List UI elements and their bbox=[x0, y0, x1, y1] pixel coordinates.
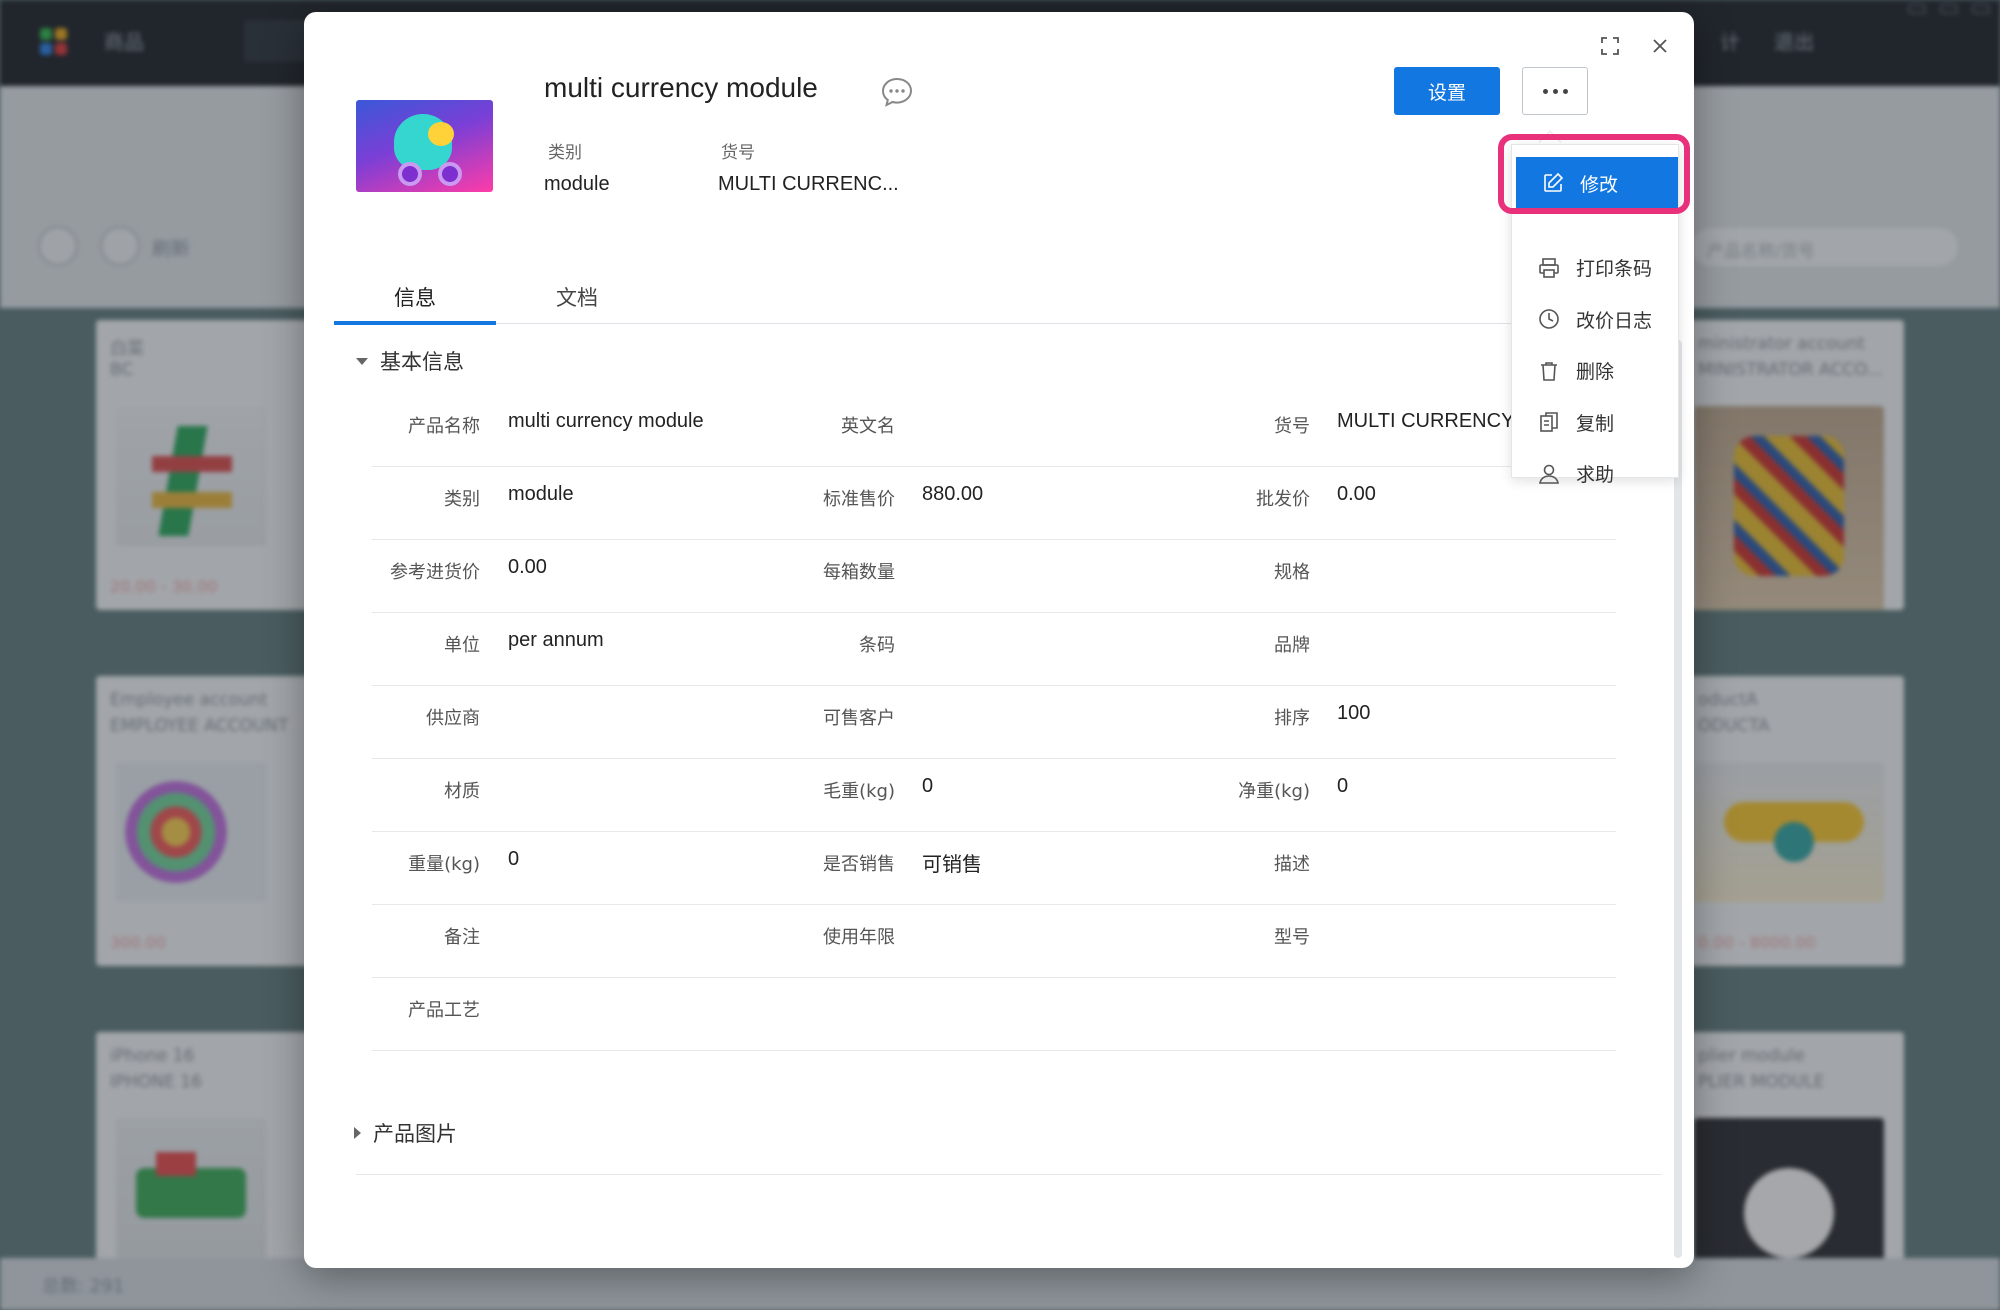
clock-icon bbox=[1538, 308, 1560, 330]
info-row: 单位 per annum 条码 品牌 bbox=[372, 613, 1616, 686]
menu-item-label: 求助 bbox=[1576, 464, 1615, 486]
info-row: 重量(kg) 0 是否销售 可销售 描述 bbox=[372, 832, 1616, 905]
highlight-box bbox=[1498, 134, 1690, 214]
modal-tools bbox=[1596, 32, 1674, 60]
info-row: 参考进货价 0.00 每箱数量 规格 bbox=[372, 540, 1616, 613]
product-images-title: 产品图片 bbox=[373, 1122, 457, 1146]
info-row: 类别 module 标准售价 880.00 批发价 0.00 bbox=[372, 467, 1616, 540]
product-detail-modal: multi currency module 类别 module 货号 MULTI… bbox=[304, 12, 1694, 1268]
field-label: 型号 bbox=[1274, 927, 1310, 948]
field-label: 可售客户 bbox=[823, 708, 895, 729]
tab-documents[interactable]: 文档 bbox=[496, 282, 658, 312]
category-label: 类别 bbox=[548, 143, 582, 163]
settings-button[interactable]: 设置 bbox=[1394, 67, 1500, 115]
detail-tabs: 信息 文档 bbox=[334, 268, 1664, 325]
menu-item-label: 删除 bbox=[1576, 361, 1615, 383]
field-value: 100 bbox=[1337, 702, 1371, 724]
field-label: 毛重(kg) bbox=[823, 781, 895, 802]
field-value: 0 bbox=[922, 775, 934, 797]
field-value: 0.00 bbox=[508, 556, 547, 578]
field-label: 产品名称 bbox=[408, 416, 480, 437]
menu-item[interactable]: 求助 bbox=[1512, 448, 1680, 500]
sku-value: MULTI CURRENC... bbox=[718, 173, 899, 195]
trash-icon bbox=[1538, 360, 1560, 382]
menu-item-label: 打印条码 bbox=[1576, 258, 1653, 280]
category-value: module bbox=[544, 173, 610, 195]
tab-info[interactable]: 信息 bbox=[334, 282, 496, 312]
field-label: 品牌 bbox=[1274, 635, 1310, 656]
menu-item-label: 改价日志 bbox=[1576, 309, 1653, 332]
menu-item[interactable]: 删除 bbox=[1512, 345, 1680, 397]
copy-icon bbox=[1538, 411, 1560, 433]
field-label: 英文名 bbox=[841, 416, 895, 437]
field-value: 可销售 bbox=[922, 854, 982, 876]
close-icon[interactable] bbox=[1646, 32, 1674, 60]
field-value: per annum bbox=[508, 629, 604, 651]
product-thumbnail[interactable] bbox=[356, 100, 493, 192]
info-row: 产品名称 multi currency module 英文名 货号 MULTI CURR… bbox=[372, 394, 1616, 467]
field-label: 重量(kg) bbox=[408, 854, 480, 875]
divider bbox=[356, 1174, 1662, 1175]
field-label: 排序 bbox=[1274, 708, 1310, 729]
menu-item-label: 复制 bbox=[1576, 412, 1615, 435]
field-label: 标准售价 bbox=[823, 489, 895, 510]
menu-item[interactable]: 复制 bbox=[1512, 396, 1680, 448]
field-label: 规格 bbox=[1274, 562, 1310, 583]
basic-info-section-header[interactable]: 基本信息 bbox=[356, 346, 464, 376]
field-value: 0.00 bbox=[1337, 483, 1376, 505]
field-value: module bbox=[508, 483, 574, 505]
active-tab-indicator bbox=[334, 321, 496, 325]
more-actions-button[interactable] bbox=[1522, 67, 1588, 115]
field-value: 0 bbox=[508, 848, 520, 870]
field-value: 0 bbox=[1337, 775, 1349, 797]
field-label: 参考进货价 bbox=[390, 562, 480, 583]
product-images-section-header[interactable]: 产品图片 bbox=[354, 1118, 457, 1148]
field-value: 880.00 bbox=[922, 483, 984, 505]
field-label: 条码 bbox=[859, 635, 895, 656]
field-label: 类别 bbox=[444, 489, 480, 510]
fullscreen-icon[interactable] bbox=[1596, 32, 1624, 60]
field-label: 供应商 bbox=[426, 708, 480, 729]
field-label: 描述 bbox=[1274, 854, 1310, 875]
expand-caret-icon bbox=[354, 1127, 361, 1139]
sku-label: 货号 bbox=[721, 143, 755, 163]
field-value: MULTI CURRENCY M bbox=[1337, 410, 1537, 432]
menu-item[interactable]: 改价日志 bbox=[1512, 293, 1680, 345]
basic-info-grid: 产品名称 multi currency module 英文名 货号 MULTI CURR… bbox=[372, 394, 1616, 1051]
field-label: 使用年限 bbox=[823, 927, 895, 948]
info-row: 备注 使用年限 型号 bbox=[372, 905, 1616, 978]
field-label: 产品工艺 bbox=[408, 1000, 480, 1021]
product-title: multi currency module bbox=[544, 72, 818, 103]
collapse-caret-icon bbox=[356, 357, 368, 365]
menu-item[interactable]: 打印条码 bbox=[1512, 242, 1680, 294]
field-label: 是否销售 bbox=[823, 854, 895, 875]
basic-info-title: 基本信息 bbox=[380, 350, 464, 374]
field-value: multi currency module bbox=[508, 410, 704, 432]
field-label: 每箱数量 bbox=[823, 562, 895, 583]
field-label: 批发价 bbox=[1256, 489, 1310, 510]
field-label: 货号 bbox=[1274, 416, 1310, 437]
user-icon bbox=[1538, 463, 1560, 485]
comment-icon[interactable] bbox=[880, 76, 914, 112]
info-row: 供应商 可售客户 排序 100 bbox=[372, 686, 1616, 759]
field-label: 净重(kg) bbox=[1238, 781, 1310, 802]
field-label: 备注 bbox=[444, 927, 480, 948]
field-label: 材质 bbox=[444, 781, 480, 802]
info-row: 产品工艺 bbox=[372, 978, 1616, 1051]
printer-icon bbox=[1538, 257, 1560, 279]
info-row: 材质 毛重(kg) 0 净重(kg) 0 bbox=[372, 759, 1616, 832]
field-label: 单位 bbox=[444, 635, 480, 656]
